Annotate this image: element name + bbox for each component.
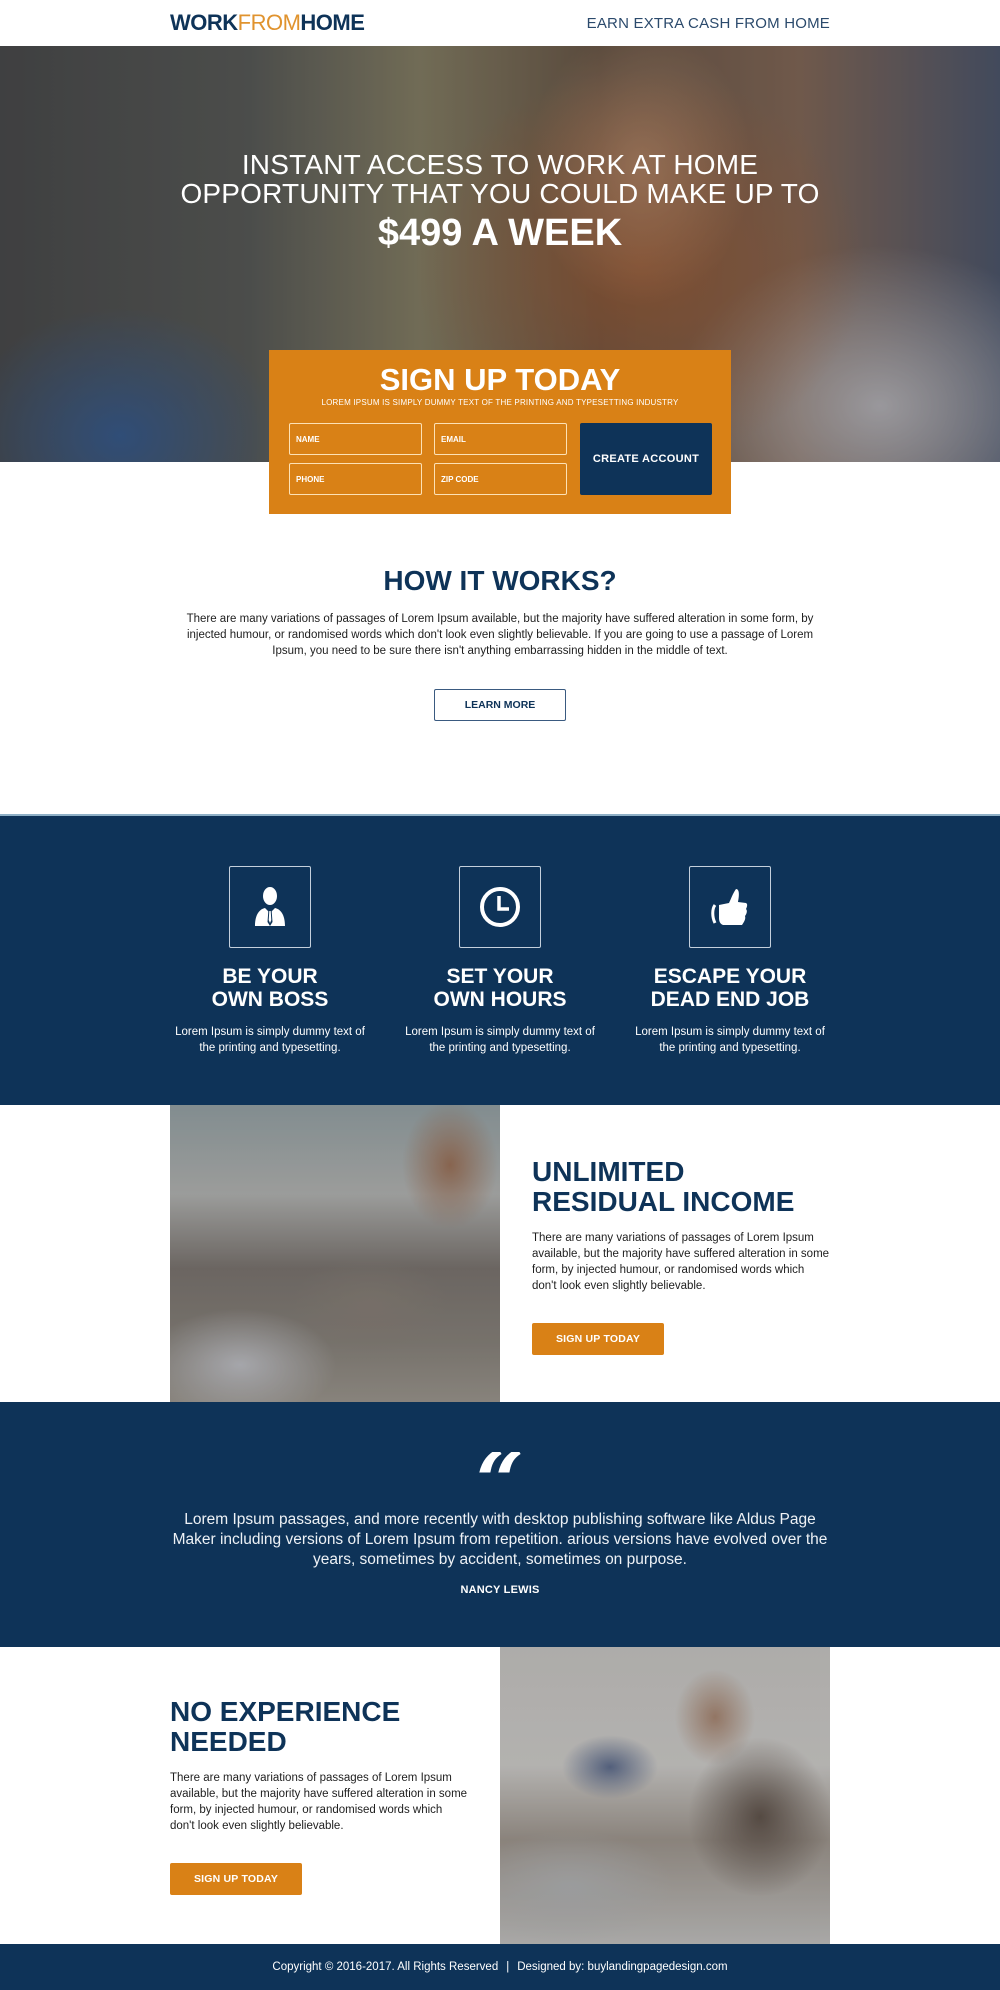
header-tagline: EARN EXTRA CASH FROM HOME [586,14,830,32]
hero-headline: INSTANT ACCESS TO WORK AT HOME OPPORTUNI… [0,150,1000,256]
feature-text: Lorem Ipsum is simply dummy text of the … [635,1026,825,1054]
no-experience-text: There are many variations of passages of… [170,1772,468,1832]
testimonial-section: “ Lorem Ipsum passages, and more recentl… [0,1402,1000,1647]
feature-title-line: OWN HOURS [433,988,567,1011]
features-section: BE YOUR OWN BOSS Lorem Ipsum is simply d… [0,814,1000,1105]
feature-title: ESCAPE YOUR DEAD END JOB [630,965,830,1011]
create-account-button[interactable]: CREATE ACCOUNT [580,423,712,495]
logo-from: FROM [237,10,301,35]
feature-escape-job: ESCAPE YOUR DEAD END JOB Lorem Ipsum is … [630,866,830,1056]
no-experience-title: NO EXPERIENCE NEEDED [170,1697,500,1757]
title-line: RESIDUAL INCOME [532,1186,795,1217]
residual-income-content: UNLIMITED RESIDUAL INCOME There are many… [500,1105,830,1402]
copyright-text: Copyright © 2016-2017. All Rights Reserv… [272,1961,499,1973]
woman-desk-laptop-image [500,1647,830,1944]
feature-title-line: DEAD END JOB [650,988,810,1011]
sign-up-today-button[interactable]: SIGN UP TODAY [170,1863,302,1895]
feature-text: Lorem Ipsum is simply dummy text of the … [405,1026,595,1054]
learn-more-button[interactable]: LEARN MORE [434,689,566,721]
title-line: UNLIMITED [532,1156,685,1187]
how-it-works-title: HOW IT WORKS? [383,565,617,596]
title-line: NO EXPERIENCE [170,1696,401,1727]
logo-home: HOME [300,10,365,35]
title-line: NEEDED [170,1726,287,1757]
residual-income-title: UNLIMITED RESIDUAL INCOME [532,1157,830,1217]
feature-icon-box [459,866,541,948]
designed-by-link[interactable]: Designed by: buylandingpagedesign.com [517,1961,727,1973]
logo-work: WORK [170,10,238,35]
testimonial-author: NANCY LEWIS [460,1584,540,1596]
feature-title-line: SET YOUR [446,965,554,988]
residual-income-section: UNLIMITED RESIDUAL INCOME There are many… [0,1105,1000,1402]
how-it-works-text: There are many variations of passages of… [186,613,814,657]
testimonial-text: Lorem Ipsum passages, and more recently … [172,1511,828,1568]
no-experience-section: NO EXPERIENCE NEEDED There are many vari… [0,1647,1000,1944]
how-it-works-section: HOW IT WORKS? There are many variations … [0,462,1000,814]
thumbs-up-icon [711,889,748,925]
feature-own-boss: BE YOUR OWN BOSS Lorem Ipsum is simply d… [170,866,370,1056]
site-header: WORKFROMHOME EARN EXTRA CASH FROM HOME [0,0,1000,46]
footer-separator: | [506,1961,510,1973]
phone-field[interactable] [289,463,422,495]
email-field[interactable] [434,423,567,455]
feature-title-line: ESCAPE YOUR [653,965,807,988]
zip-code-field[interactable] [434,463,567,495]
clock-icon [480,887,520,927]
sign-up-today-button[interactable]: SIGN UP TODAY [532,1323,664,1355]
feature-title: SET YOUR OWN HOURS [400,965,600,1011]
residual-income-text: There are many variations of passages of… [532,1232,830,1292]
hero-line-2: OPPORTUNITY THAT YOU COULD MAKE UP TO [180,178,820,209]
no-experience-content: NO EXPERIENCE NEEDED There are many vari… [170,1647,500,1944]
feature-title: BE YOUR OWN BOSS [170,965,370,1011]
logo[interactable]: WORKFROMHOME [170,10,365,36]
businessman-icon [255,887,285,926]
name-field[interactable] [289,423,422,455]
woman-laptop-couch-image [170,1105,500,1402]
signup-fields: CREATE ACCOUNT [289,423,712,496]
quote-icon: “ [0,1452,1000,1494]
feature-icon-box [229,866,311,948]
feature-own-hours: SET YOUR OWN HOURS Lorem Ipsum is simply… [400,866,600,1056]
site-footer: Copyright © 2016-2017. All Rights Reserv… [0,1944,1000,1990]
signup-title: SIGN UP TODAY [379,362,621,397]
feature-title-line: BE YOUR [222,965,318,988]
feature-icon-box [689,866,771,948]
hero-line-1: INSTANT ACCESS TO WORK AT HOME [241,149,759,180]
hero-highlight: $499 A WEEK [377,212,623,254]
signup-form: SIGN UP TODAY LOREM IPSUM IS SIMPLY DUMM… [269,350,731,514]
signup-subtitle: LOREM IPSUM IS SIMPLY DUMMY TEXT OF THE … [321,398,679,407]
hero-section: INSTANT ACCESS TO WORK AT HOME OPPORTUNI… [0,46,1000,514]
feature-text: Lorem Ipsum is simply dummy text of the … [175,1026,365,1054]
feature-title-line: OWN BOSS [211,988,329,1011]
